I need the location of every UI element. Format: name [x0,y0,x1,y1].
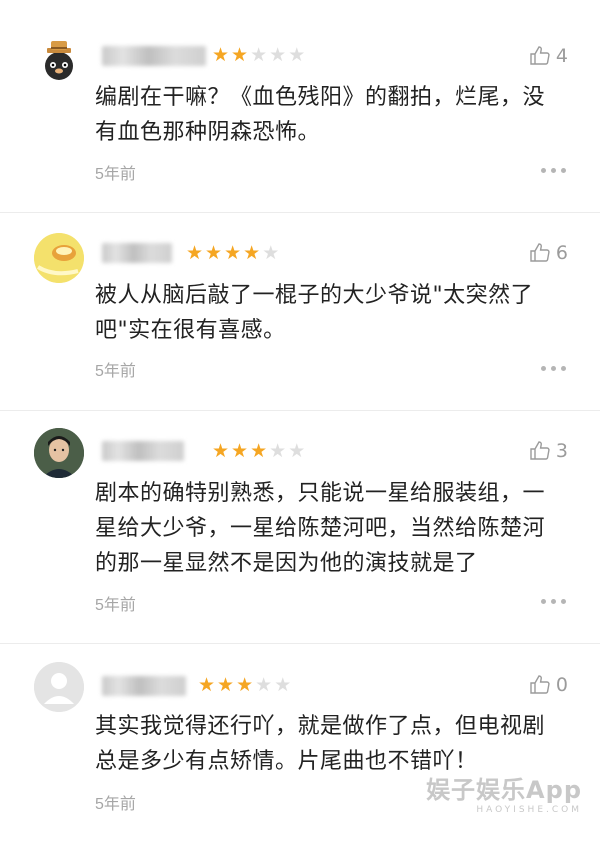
star-filled-icon: ★ [198,674,216,696]
rating-stars: ★ ★ ★ ★ ★ [198,675,291,695]
username-redacted [102,441,184,461]
watermark-main: 娱子娱乐App [426,776,582,804]
review-time: 5年前 [95,796,136,813]
thumbs-up-icon [528,44,552,68]
review-text: 剧本的确特别熟悉，只能说一星给服装组，一星给大少爷，一星给陈楚河吧，当然给陈楚河… [95,481,546,576]
like-button[interactable]: 3 [528,439,568,463]
divider [0,410,600,411]
watermark-sub: HAOYISHE.COM [476,805,582,815]
rating-stars: ★ ★ ★ ★ ★ [212,45,305,65]
star-filled-icon: ★ [250,440,268,462]
more-options-button[interactable] [541,599,566,604]
default-user-avatar[interactable] [34,662,84,712]
username-redacted [102,243,172,263]
yellow-duck-avatar[interactable] [34,233,84,283]
star-filled-icon: ★ [212,44,230,66]
watermark: 娱子娱乐App HAOYISHE.COM [426,770,582,815]
more-options-button[interactable] [541,168,566,173]
thumbs-up-icon [528,241,552,265]
review-text: 其实我觉得还行吖，就是做作了点，但电视剧总是多少有点矫情。片尾曲也不错吖！ [95,714,546,774]
review-text: 被人从脑后敲了一棍子的大少爷说"太突然了吧"实在很有喜感。 [95,283,534,343]
star-filled-icon: ★ [231,44,249,66]
rating-stars: ★ ★ ★ ★ ★ [212,441,305,461]
like-count: 4 [555,45,568,67]
review-time: 5年前 [95,166,136,183]
star-filled-icon: ★ [224,242,242,264]
review-time: 5年前 [95,597,136,614]
star-filled-icon: ★ [212,440,230,462]
star-empty-icon: ★ [269,440,287,462]
username-redacted [102,46,206,66]
star-empty-icon: ★ [288,440,306,462]
divider [0,212,600,213]
star-filled-icon: ★ [236,674,254,696]
like-button[interactable]: 6 [528,241,568,265]
like-count: 6 [555,242,568,264]
star-filled-icon: ★ [217,674,235,696]
like-count: 3 [555,440,568,462]
review-time: 5年前 [95,363,136,380]
star-empty-icon: ★ [250,44,268,66]
star-filled-icon: ★ [243,242,261,264]
star-empty-icon: ★ [288,44,306,66]
cat-with-hat-avatar[interactable] [34,36,84,86]
divider [0,643,600,644]
more-options-button[interactable] [541,366,566,371]
star-filled-icon: ★ [231,440,249,462]
like-button[interactable]: 4 [528,44,568,68]
star-empty-icon: ★ [269,44,287,66]
thumbs-up-icon [528,439,552,463]
username-redacted [102,676,186,696]
star-empty-icon: ★ [262,242,280,264]
young-man-photo-avatar[interactable] [34,428,84,478]
review-list: ★ ★ ★ ★ ★ 4 编剧在干嘛？《血色残阳》的翻拍，烂尾，没有血色那种阴森恐怖。 5… [0,0,600,843]
thumbs-up-icon [528,673,552,697]
rating-stars: ★ ★ ★ ★ ★ [186,243,279,263]
review-text: 编剧在干嘛？《血色残阳》的翻拍，烂尾，没有血色那种阴森恐怖。 [95,85,546,145]
star-filled-icon: ★ [186,242,204,264]
star-filled-icon: ★ [205,242,223,264]
star-empty-icon: ★ [274,674,292,696]
like-count: 0 [555,674,568,696]
star-empty-icon: ★ [255,674,273,696]
like-button[interactable]: 0 [528,673,568,697]
